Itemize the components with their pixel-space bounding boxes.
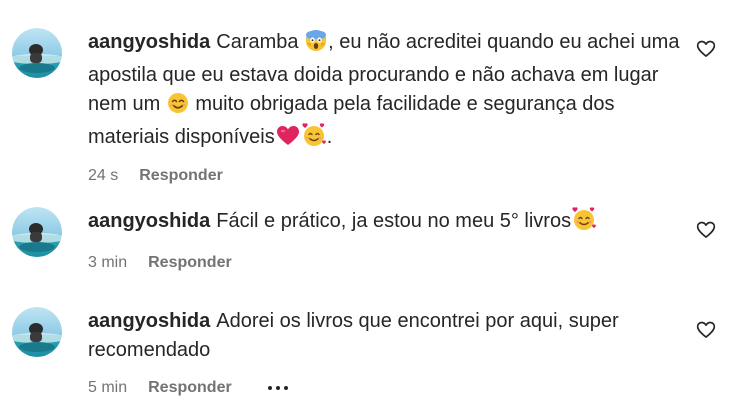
comment-text: aangyoshida Fácil e prático, ja estou no … [88, 207, 688, 240]
username[interactable]: aangyoshida [88, 210, 210, 232]
face-screaming-in-fear-icon [305, 30, 327, 61]
more-options-icon[interactable] [266, 386, 290, 390]
smiling-face-with-hearts-icon [572, 207, 596, 240]
reply-button[interactable]: Responder [139, 167, 223, 185]
username[interactable]: aangyoshida [88, 310, 210, 332]
heart-outline-icon[interactable] [696, 39, 716, 59]
comment-segment: Fácil e prático, ja estou no meu 5° livr… [216, 210, 572, 232]
heart-outline-icon[interactable] [696, 220, 716, 240]
heart-outline-icon[interactable] [696, 320, 716, 340]
red-heart-icon [276, 125, 300, 156]
smiling-face-with-hearts-icon [302, 123, 326, 156]
avatar[interactable] [12, 28, 62, 78]
timestamp[interactable]: 5 min [88, 379, 127, 397]
comment-segment: . [326, 126, 333, 148]
comment-text: aangyoshida Caramba , eu não acreditei qu… [88, 28, 688, 156]
avatar[interactable] [12, 307, 62, 357]
comment-meta: 3 min Responder [88, 252, 688, 274]
comment-text: aangyoshida Adorei os livros que encontre… [88, 307, 688, 365]
comment-body: aangyoshida Fácil e prático, ja estou no … [88, 207, 688, 274]
comment-body: aangyoshida Adorei os livros que encontre… [88, 307, 688, 399]
comment-segment: Caramba [216, 31, 305, 53]
avatar[interactable] [12, 207, 62, 257]
comment-body: aangyoshida Caramba , eu não acreditei qu… [88, 28, 688, 187]
smiling-face-icon [167, 92, 189, 123]
reply-button[interactable]: Responder [148, 379, 232, 397]
timestamp[interactable]: 24 s [88, 167, 118, 185]
username[interactable]: aangyoshida [88, 31, 210, 53]
comment-meta: 5 min Responder [88, 377, 688, 399]
comment-meta: 24 s Responder [88, 165, 688, 187]
timestamp[interactable]: 3 min [88, 254, 127, 272]
reply-button[interactable]: Responder [148, 254, 232, 272]
